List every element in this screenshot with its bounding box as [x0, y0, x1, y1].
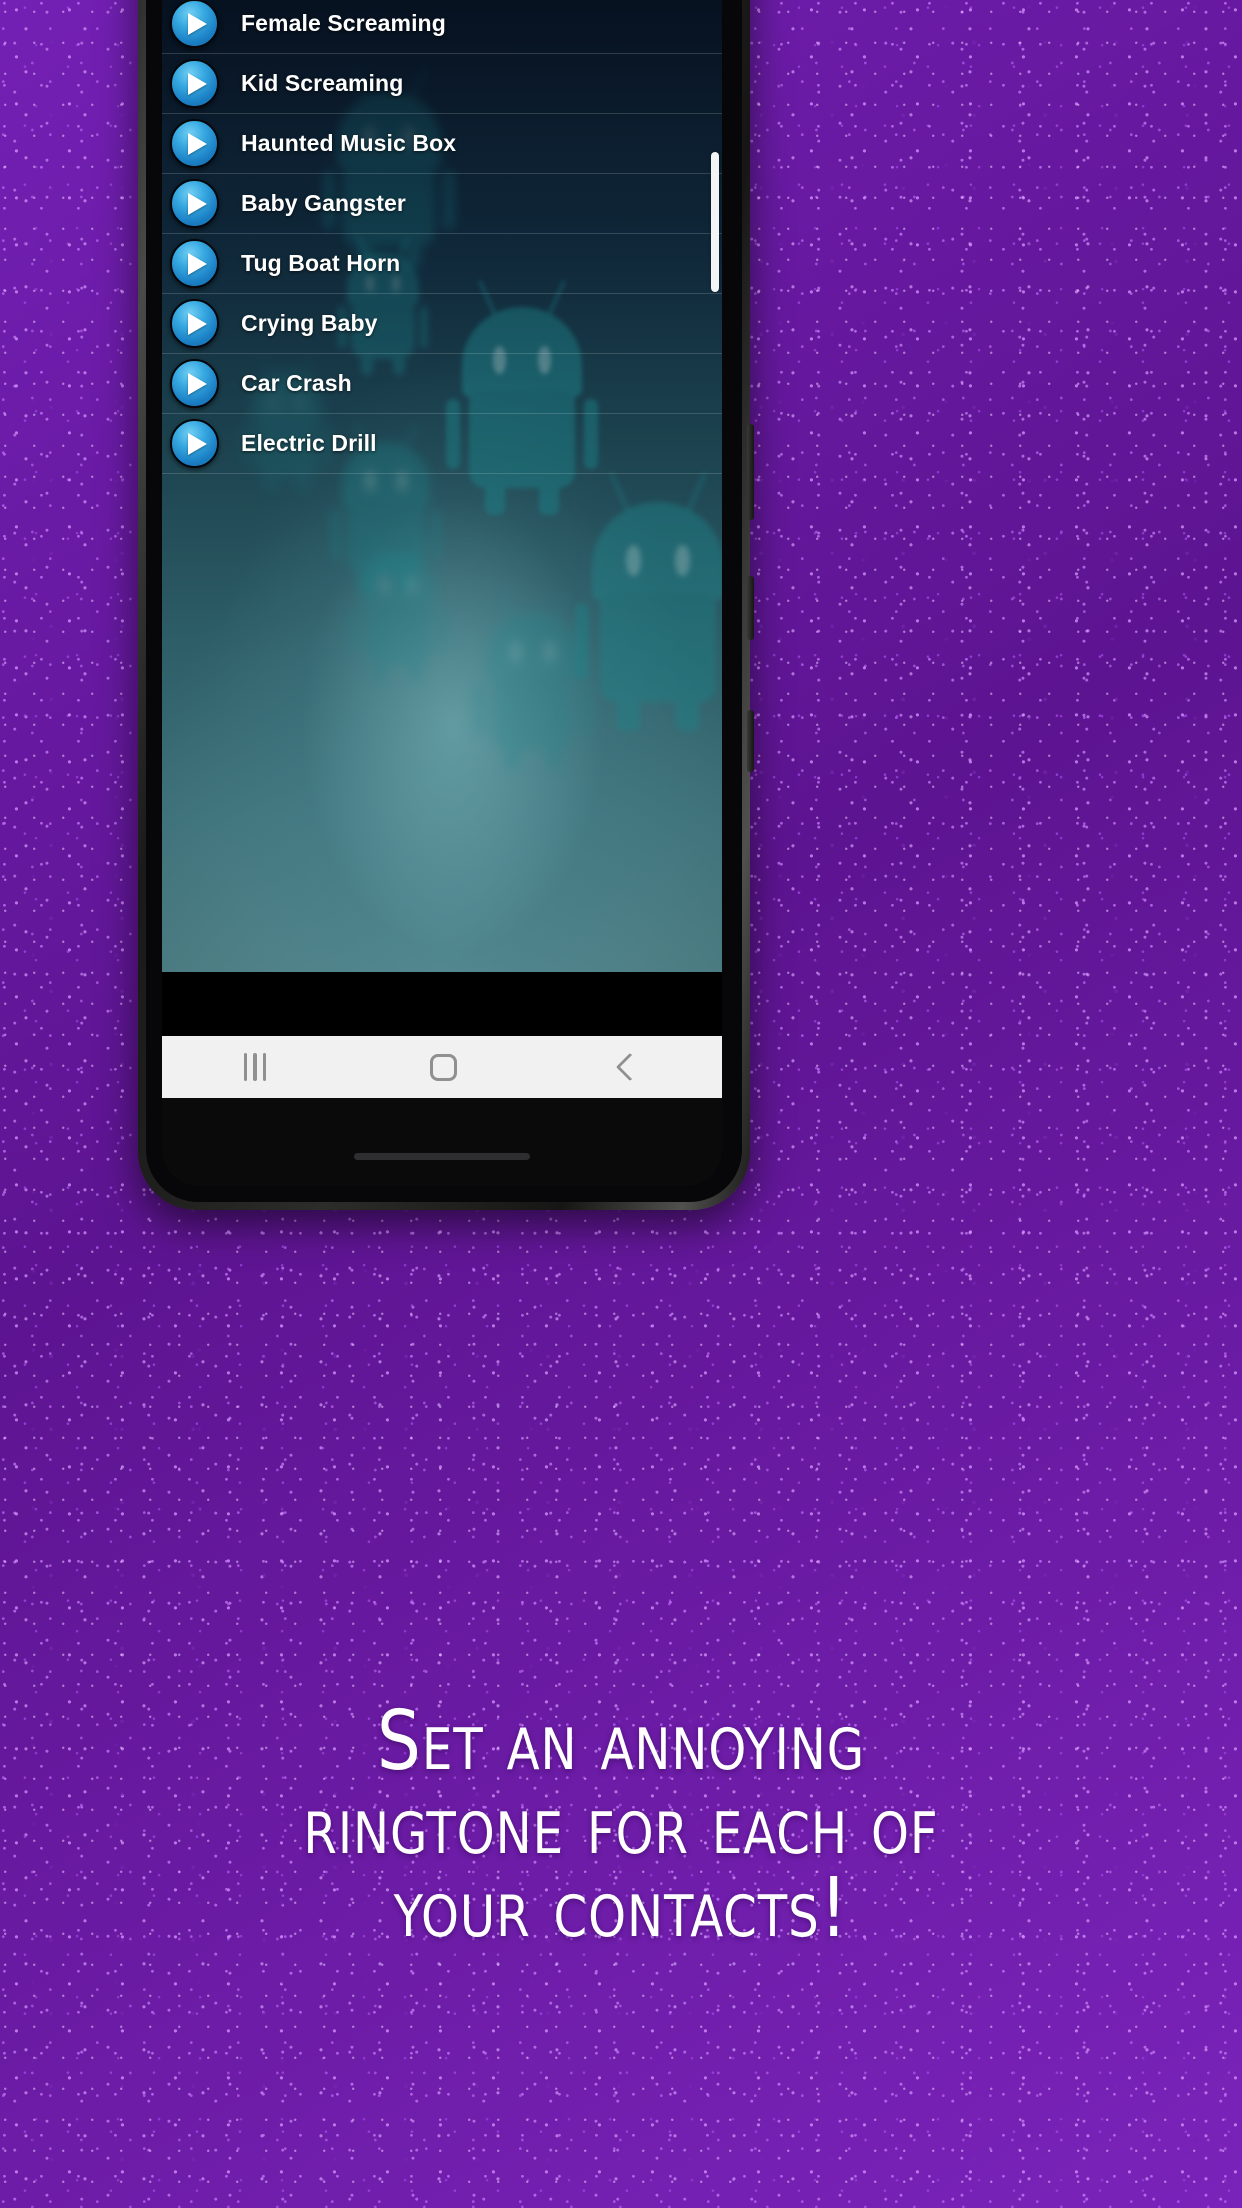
list-item[interactable]: Female Screaming — [162, 0, 722, 54]
ringtone-name: Crying Baby — [241, 310, 378, 336]
back-icon[interactable] — [616, 1052, 645, 1082]
list-item[interactable]: Kid Screaming — [162, 54, 722, 114]
play-icon[interactable] — [170, 119, 219, 168]
caption-line-1: Set an annoying — [376, 1694, 866, 1789]
power-button[interactable] — [747, 710, 754, 772]
play-icon[interactable] — [170, 59, 219, 108]
ringtone-list[interactable]: Air Raid Drunk Chipmunk Female Screaming… — [162, 0, 722, 474]
android-silhouette — [350, 534, 446, 682]
caption-line-2: ringtone for each of — [303, 1777, 939, 1873]
ringtone-name: Haunted Music Box — [241, 130, 457, 156]
list-item[interactable]: Car Crash — [162, 354, 722, 414]
list-item[interactable]: Baby Gangster — [162, 174, 722, 234]
ringtone-name: Car Crash — [241, 370, 352, 396]
android-nav-bar — [162, 1036, 722, 1098]
home-icon[interactable] — [429, 1053, 457, 1081]
list-scrollbar[interactable] — [711, 152, 719, 292]
promo-caption: Set an annoying ringtone for each of you… — [37, 1700, 1204, 1951]
android-silhouette — [574, 472, 722, 731]
play-icon[interactable] — [170, 299, 219, 348]
phone-screen: Annoying Notif... Privacy ! Air Raid Dru… — [162, 0, 722, 1186]
gesture-bar — [354, 1153, 530, 1160]
volume-up-button[interactable] — [747, 424, 754, 520]
screen-black-area — [162, 972, 722, 1036]
play-icon[interactable] — [170, 419, 219, 468]
play-icon[interactable] — [170, 0, 219, 48]
play-icon[interactable] — [170, 179, 219, 228]
play-icon[interactable] — [170, 239, 219, 288]
ringtone-name: Electric Drill — [241, 430, 377, 456]
phone-mockup: Annoying Notif... Privacy ! Air Raid Dru… — [138, 0, 754, 1210]
recents-icon[interactable] — [243, 1053, 266, 1081]
play-icon[interactable] — [170, 359, 219, 408]
ringtone-name: Baby Gangster — [241, 190, 406, 216]
ringtone-name: Kid Screaming — [241, 70, 404, 96]
promo-screenshot: Annoying Notif... Privacy ! Air Raid Dru… — [0, 0, 1242, 2208]
list-item[interactable]: Tug Boat Horn — [162, 234, 722, 294]
ringtone-name: Female Screaming — [241, 10, 446, 36]
android-silhouette — [475, 591, 591, 771]
list-item[interactable]: Haunted Music Box — [162, 114, 722, 174]
phone-chin — [162, 1098, 722, 1186]
volume-down-button[interactable] — [747, 576, 754, 640]
list-item[interactable]: Electric Drill — [162, 414, 722, 474]
ringtone-name: Tug Boat Horn — [241, 250, 401, 276]
list-item[interactable]: Crying Baby — [162, 294, 722, 354]
caption-line-3: your contacts! — [393, 1861, 849, 1957]
